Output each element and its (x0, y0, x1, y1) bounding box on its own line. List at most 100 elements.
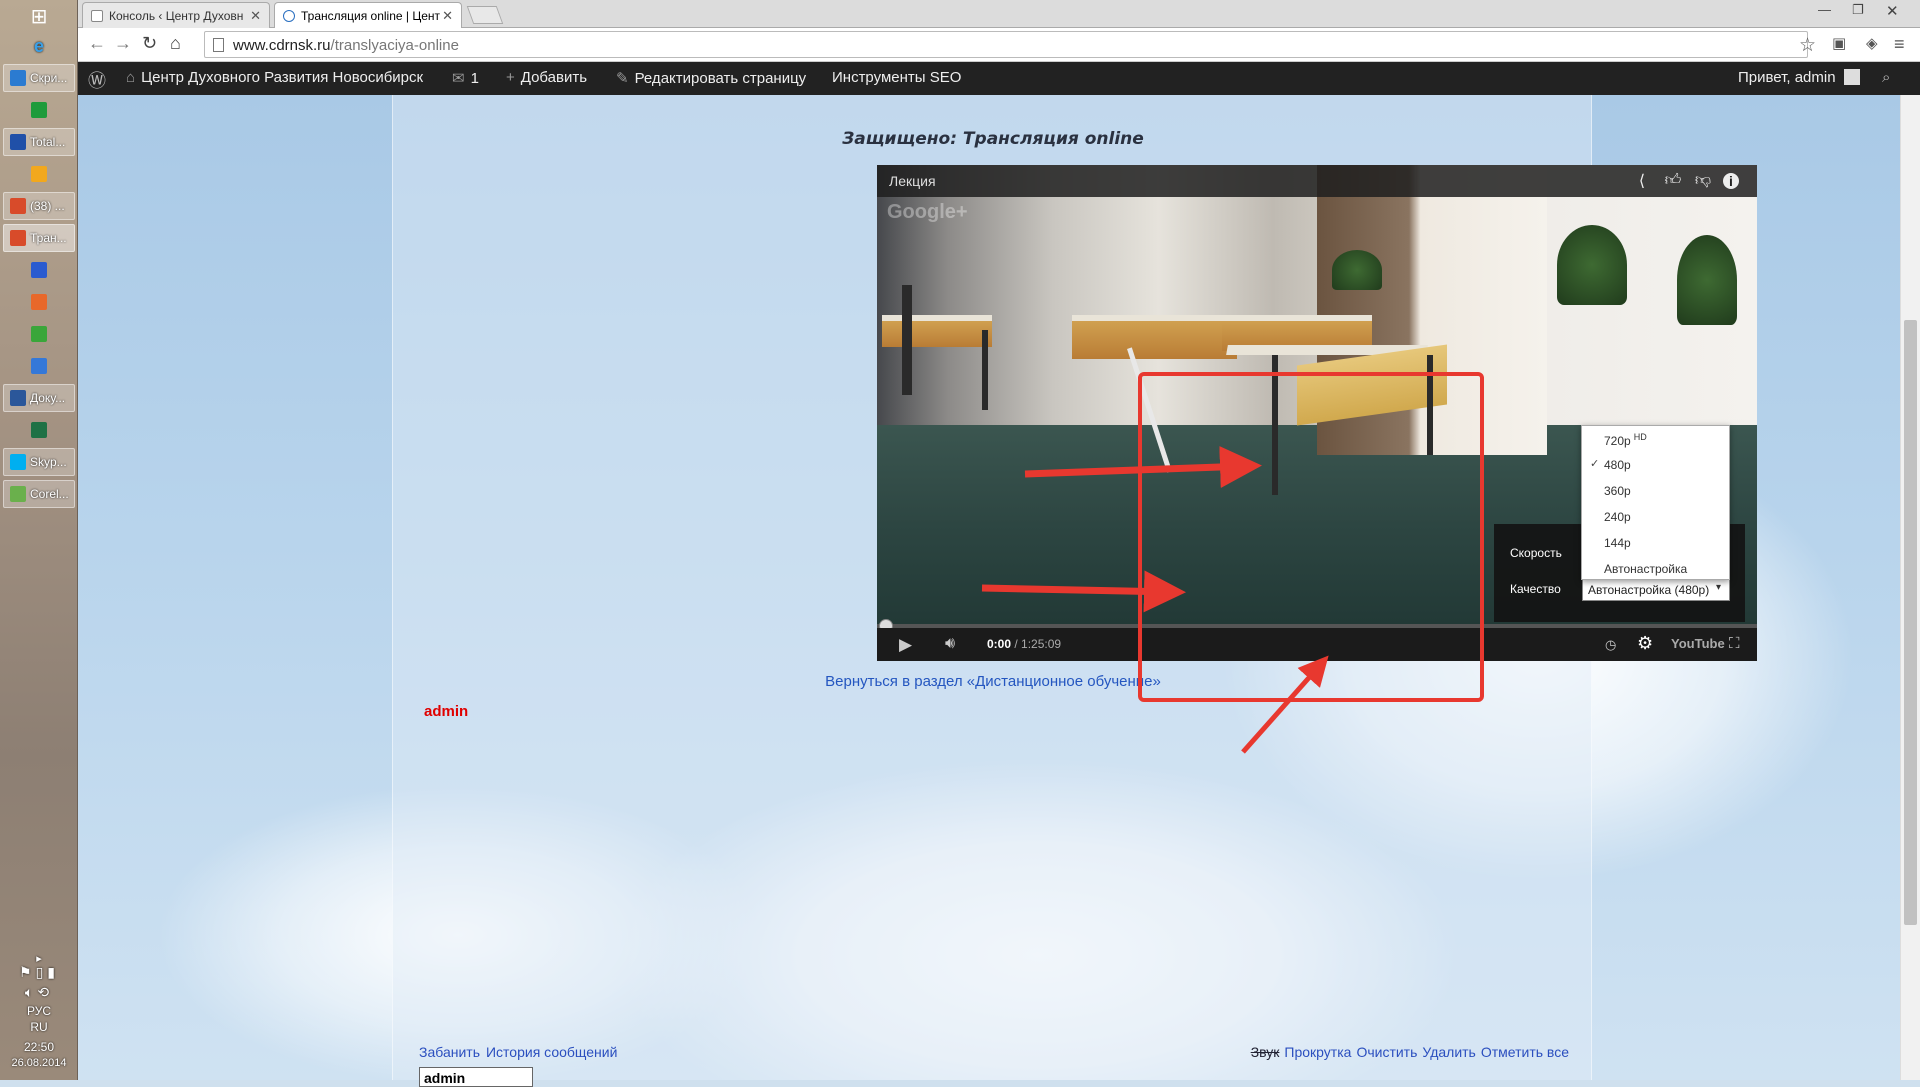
info-icon[interactable]: i (1723, 173, 1739, 189)
taskbar-item-excel-2[interactable] (3, 416, 75, 444)
tab-console[interactable]: Консоль ‹ Центр Духовн ✕ (82, 2, 270, 28)
adminbar-site-name[interactable]: ⌂ Центр Духовного Развития Новосибирск (126, 69, 423, 86)
taskbar-item-script[interactable]: Скри... (3, 64, 75, 92)
itunes-icon (31, 358, 47, 374)
forward-arrow-icon[interactable]: → (114, 33, 132, 54)
back-arrow-icon[interactable]: ← (88, 33, 106, 54)
thumbs-down-icon[interactable]: 👎︎ (1693, 171, 1713, 191)
extension-2-icon[interactable]: ◈ (1866, 34, 1878, 52)
search-icon[interactable]: ⌕ (1882, 69, 1890, 86)
taskbar-item-globe[interactable] (3, 256, 75, 284)
taskbar-item-itunes[interactable] (3, 352, 75, 380)
globe-icon (31, 262, 47, 278)
tab-close-icon[interactable]: ✕ (442, 8, 453, 24)
thumbs-up-icon[interactable]: 👍︎ (1663, 171, 1683, 191)
author-name[interactable]: admin (424, 703, 468, 720)
adminbar-edit-page[interactable]: ✎ Редактировать страницу (616, 69, 806, 87)
extension-icon[interactable]: ▣ (1832, 34, 1846, 52)
tab-translyaciya[interactable]: Трансляция online | Цент ✕ (274, 2, 462, 28)
quality-option-144p[interactable]: 144p (1582, 530, 1729, 556)
adminbar-greeting[interactable]: Привет, admin (1738, 69, 1860, 86)
taskbar-item-label: Skyp... (30, 455, 67, 469)
restore-icon[interactable]: ❐ (1852, 2, 1864, 18)
minimize-icon[interactable]: — (1818, 2, 1831, 17)
chat-name-input[interactable]: admin (419, 1067, 533, 1087)
url-path: /translyaciya-online (330, 37, 459, 54)
address-bar[interactable]: www.cdrnsk.ru/translyaciya-online (204, 31, 1808, 58)
plus-icon: + (506, 69, 515, 86)
video-plant (1677, 235, 1737, 325)
close-window-icon[interactable]: ✕ (1886, 2, 1899, 20)
clear-link[interactable]: Очистить (1356, 1044, 1417, 1060)
ban-link[interactable]: Забанить (419, 1044, 480, 1060)
tab-title: Консоль ‹ Центр Духовн (109, 9, 244, 23)
sound-toggle-link[interactable]: Звук (1251, 1044, 1280, 1060)
reload-icon[interactable]: ↻ (142, 33, 157, 54)
share-icon[interactable]: ⟨ (1632, 171, 1652, 191)
quality-option-720p[interactable]: 720p HD (1582, 426, 1729, 452)
tray-lang-2[interactable]: RU (0, 1020, 78, 1034)
speed-label[interactable]: Скорость (1510, 546, 1562, 560)
tray-lang-1[interactable]: РУС (0, 1004, 78, 1018)
player-controls: ▶ 🔊︎ 0:00 / 1:25:09 ◷ ⚙ YouTube ⛶ (877, 628, 1757, 661)
pencil-icon: ✎ (616, 70, 629, 87)
video-player[interactable]: Google+ Лекция ⟨ 👍︎ 👎︎ i Скорость Качест… (877, 165, 1757, 661)
volume-icon[interactable]: 🔊︎ (945, 635, 955, 653)
taskbar-item-corel[interactable]: Corel... (3, 480, 75, 508)
select-all-link[interactable]: Отметить все (1481, 1044, 1569, 1060)
gear-icon[interactable]: ⚙ (1637, 633, 1653, 654)
internet-explorer-icon[interactable]: e (3, 32, 75, 60)
page-scrollbar[interactable] (1900, 95, 1920, 1080)
page-title: Защищено: Трансляция online (842, 129, 1144, 149)
adminbar-add[interactable]: + Добавить (506, 69, 587, 86)
quality-option-240p[interactable]: 240p (1582, 504, 1729, 530)
menu-icon[interactable]: ≡ (1894, 34, 1905, 55)
tray-clock-time[interactable]: 22:50 (0, 1040, 78, 1054)
comment-icon: ✉ (452, 70, 465, 87)
history-link[interactable]: История сообщений (486, 1044, 617, 1060)
back-to-section-link[interactable]: Вернуться в раздел «Дистанционное обучен… (393, 673, 1593, 690)
taskbar-item-skype[interactable]: Skyp... (3, 448, 75, 476)
quality-option-480p[interactable]: ✓ 480p (1582, 452, 1729, 478)
chevron-down-icon: ▾ (1715, 582, 1721, 593)
taskbar-item-excel[interactable] (3, 96, 75, 124)
volume-network-icons[interactable]: 🔈︎⟲ (0, 984, 78, 1001)
quality-option-360p[interactable]: 360p (1582, 478, 1729, 504)
quality-options-list: 720p HD ✓ 480p 360p 240p 144p Автонастройк… (1581, 425, 1730, 580)
adminbar-comments[interactable]: ✉ 1 (452, 69, 479, 87)
taskbar-item-chrome-38[interactable]: (38) ... (3, 192, 75, 220)
adminbar-seo-tools[interactable]: Инструменты SEO (832, 69, 961, 86)
taskbar-item-media-player[interactable] (3, 160, 75, 188)
skype-icon (10, 454, 26, 470)
play-icon[interactable]: ▶ (899, 635, 912, 655)
app-3-icon (31, 326, 47, 342)
chrome-38-icon (10, 198, 26, 214)
scroll-thumb[interactable] (1904, 320, 1917, 925)
taskbar-item-app-3[interactable] (3, 320, 75, 348)
taskbar-item-label: Corel... (30, 487, 69, 501)
tray-icons[interactable]: ⚑▯▮ (0, 964, 78, 981)
avatar (1843, 69, 1860, 85)
taskbar-item-chrome-translyaciya[interactable]: Тран... (3, 224, 75, 252)
scroll-toggle-link[interactable]: Прокрутка (1284, 1044, 1351, 1060)
start-button[interactable]: ⊞ (24, 4, 54, 28)
tab-close-icon[interactable]: ✕ (250, 8, 261, 24)
page-background: Защищено: Трансляция online Google+ Лекц… (78, 95, 1900, 1087)
watch-later-icon[interactable]: ◷ (1605, 637, 1616, 653)
fullscreen-icon[interactable]: ⛶ (1729, 635, 1740, 652)
quality-option-auto[interactable]: Автонастройка (1582, 556, 1729, 582)
wp-admin-bar: Ⓦ ⌂ Центр Духовного Развития Новосибирск … (78, 62, 1920, 95)
media-player-icon (31, 166, 47, 182)
home-icon[interactable]: ⌂ (170, 33, 181, 54)
youtube-logo[interactable]: YouTube (1671, 636, 1725, 651)
video-title[interactable]: Лекция (889, 173, 936, 189)
delete-link[interactable]: Удалить (1422, 1044, 1475, 1060)
taskbar-item-total-commander[interactable]: Total... (3, 128, 75, 156)
tray-clock-date[interactable]: 26.08.2014 (0, 1057, 78, 1069)
check-icon: ✓ (1590, 458, 1600, 470)
taskbar-item-browser-2[interactable] (3, 288, 75, 316)
bookmark-star-icon[interactable]: ☆ (1799, 34, 1816, 57)
taskbar-item-word-document[interactable]: Доку... (3, 384, 75, 412)
new-tab-button[interactable] (466, 6, 504, 24)
wordpress-logo-icon[interactable]: Ⓦ (88, 67, 106, 93)
